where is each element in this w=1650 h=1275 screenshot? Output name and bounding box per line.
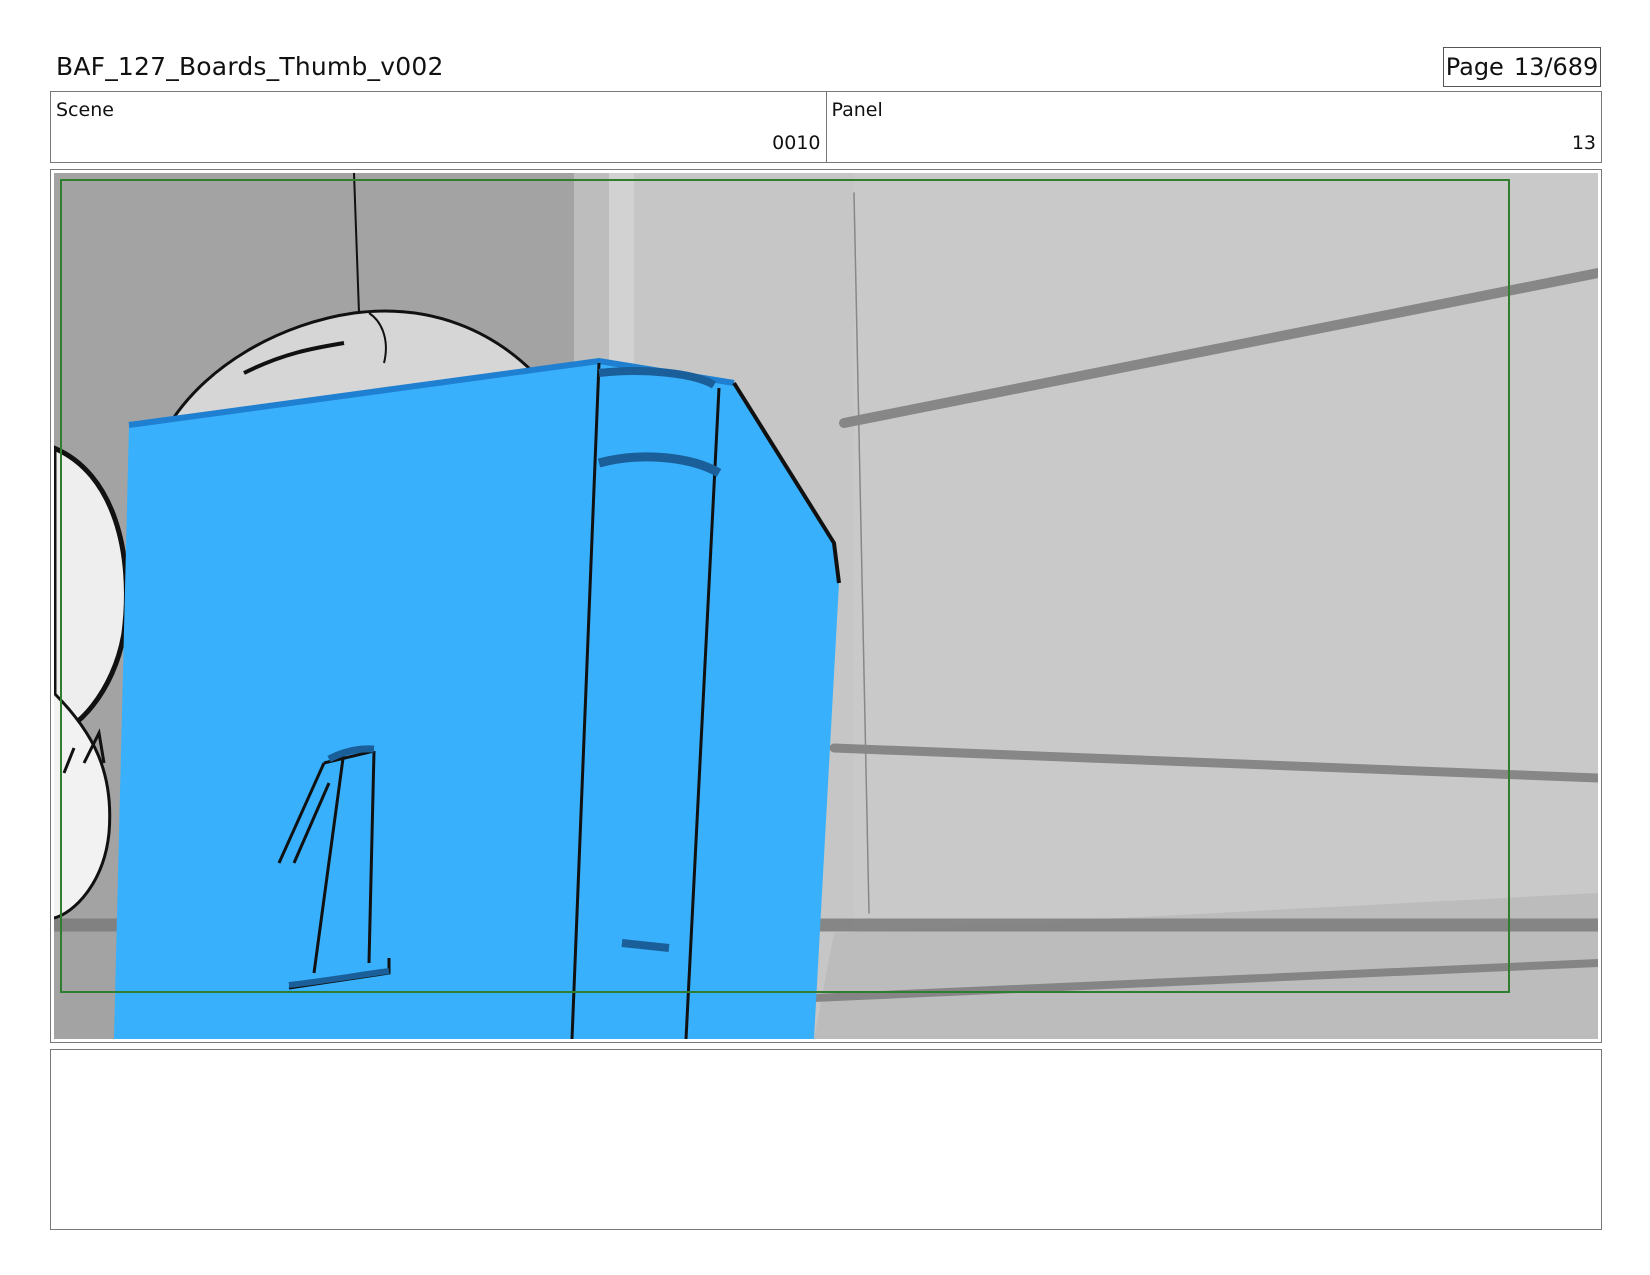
page-label: Page [1445,53,1504,81]
scene-cell: Scene 0010 [51,92,826,162]
scene-value: 0010 [772,132,821,154]
panel-notes-box [50,1049,1602,1230]
page-number: 13/689 [1513,53,1599,81]
storyboard-panel [50,169,1602,1043]
blue-box [114,361,839,1039]
panel-label: Panel [831,99,883,121]
document-title: BAF_127_Boards_Thumb_v002 [56,52,444,81]
scene-label: Scene [56,99,114,121]
page-indicator: Page 13/689 [1443,47,1601,87]
panel-drawing [54,173,1598,1039]
panel-value: 13 [1571,132,1596,154]
panel-cell: Panel 13 [825,92,1602,162]
scene-panel-info: Scene 0010 Panel 13 [50,91,1602,163]
